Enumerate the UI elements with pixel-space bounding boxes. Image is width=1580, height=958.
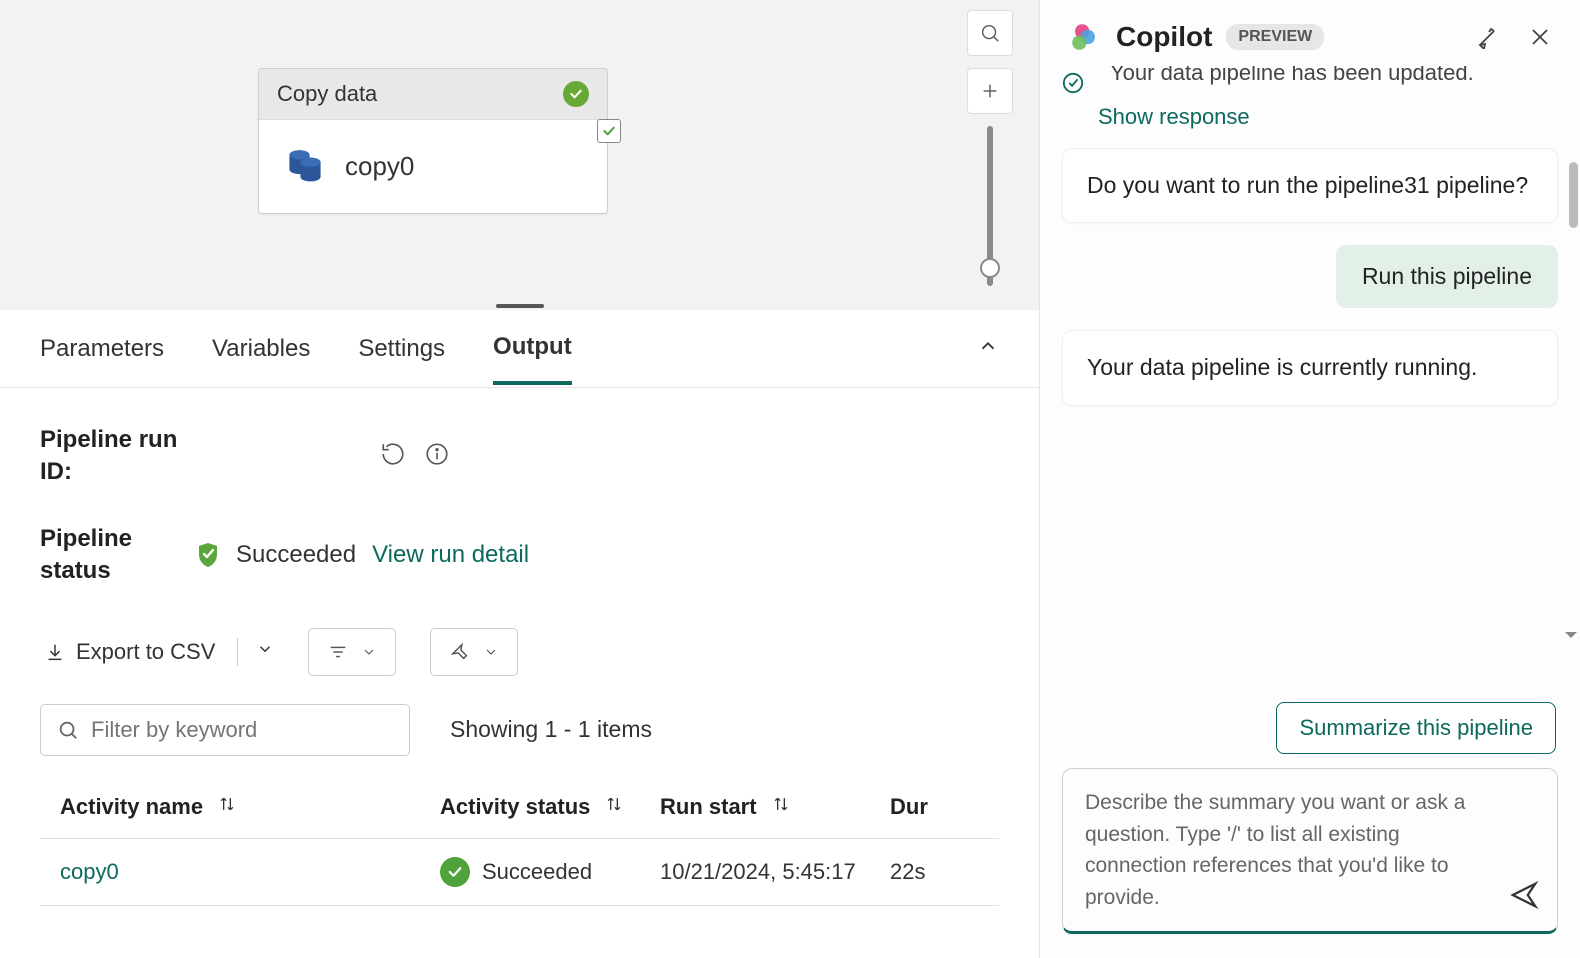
success-icon	[563, 81, 589, 107]
close-icon[interactable]	[1528, 25, 1552, 49]
copilot-logo-icon	[1068, 20, 1102, 54]
success-icon	[440, 857, 470, 887]
checkmark-badge-icon	[597, 119, 621, 143]
database-icon	[283, 142, 327, 191]
tab-output[interactable]: Output	[493, 313, 572, 385]
tab-parameters[interactable]: Parameters	[40, 315, 164, 383]
col-activity-status[interactable]: Activity status	[440, 794, 590, 820]
status-row: Pipeline status Succeeded View run detai…	[40, 523, 999, 588]
search-icon	[57, 719, 79, 741]
pipeline-canvas[interactable]: Copy data copy0	[0, 0, 1039, 310]
export-csv-label: Export to CSV	[76, 639, 215, 665]
copilot-input[interactable]: Describe the summary you want or ask a q…	[1062, 768, 1558, 934]
copilot-title: Copilot	[1116, 21, 1212, 53]
scrollbar-thumb[interactable]	[1569, 162, 1578, 228]
activity-card-copy-data[interactable]: Copy data copy0	[258, 68, 608, 214]
export-options-button[interactable]	[256, 640, 274, 663]
shield-check-icon	[196, 541, 220, 569]
zoom-in-button[interactable]	[967, 68, 1013, 114]
send-icon[interactable]	[1509, 880, 1539, 915]
activity-type-label: Copy data	[277, 81, 377, 107]
status-label: Pipeline status	[40, 523, 180, 588]
sort-icon[interactable]	[604, 794, 624, 820]
settings-tool-button[interactable]	[430, 628, 518, 676]
assistant-message: Do you want to run the pipeline31 pipeli…	[1062, 148, 1558, 223]
panel-resize-handle[interactable]	[496, 304, 544, 308]
truncated-message-text: Your data pipeline has been updated.	[1110, 66, 1474, 86]
output-toolbar: Export to CSV	[40, 628, 999, 676]
status-value: Succeeded	[236, 541, 356, 569]
check-circle-icon	[1062, 72, 1084, 94]
sort-icon[interactable]	[771, 794, 791, 820]
search-canvas-button[interactable]	[967, 10, 1013, 56]
filter-columns-button[interactable]	[308, 628, 396, 676]
showing-count: Showing 1 - 1 items	[450, 716, 652, 743]
preview-badge: PREVIEW	[1226, 24, 1324, 50]
info-icon[interactable]	[424, 441, 450, 472]
show-response-link[interactable]: Show response	[1098, 104, 1558, 130]
assistant-message: Your data pipeline is currently running.	[1062, 330, 1558, 405]
tab-variables[interactable]: Variables	[212, 315, 310, 383]
filter-row: Showing 1 - 1 items	[40, 704, 999, 756]
cell-activity-name[interactable]: copy0	[60, 859, 440, 885]
activity-runs-table: Activity name Activity status Run start …	[40, 776, 999, 906]
copilot-header: Copilot PREVIEW	[1040, 0, 1580, 66]
canvas-controls	[967, 10, 1013, 286]
divider	[237, 638, 238, 666]
cell-run-start: 10/21/2024, 5:45:17	[660, 859, 890, 885]
col-duration[interactable]: Dur	[890, 794, 928, 820]
col-run-start[interactable]: Run start	[660, 794, 757, 820]
activity-name-label: copy0	[345, 151, 414, 182]
run-id-row: Pipeline run ID:	[40, 424, 999, 489]
cell-duration: 22s	[890, 859, 960, 885]
suggestion-chip[interactable]: Summarize this pipeline	[1276, 702, 1556, 754]
refresh-icon[interactable]	[380, 441, 406, 472]
sort-icon[interactable]	[217, 794, 237, 820]
zoom-slider[interactable]	[987, 126, 993, 286]
copilot-messages: Your data pipeline has been updated. Sho…	[1040, 66, 1580, 702]
truncated-message-row: Your data pipeline has been updated.	[1062, 66, 1558, 96]
filter-keyword-input[interactable]	[91, 717, 393, 743]
copilot-pane: Copilot PREVIEW Your data pipeline has b…	[1040, 0, 1580, 958]
main-pane: Copy data copy0	[0, 0, 1040, 958]
collapse-panel-button[interactable]	[977, 335, 999, 362]
output-panel: Pipeline run ID: Pipeline status Succeed…	[0, 388, 1039, 958]
copilot-input-placeholder: Describe the summary you want or ask a q…	[1085, 787, 1497, 913]
export-csv-button[interactable]: Export to CSV	[40, 633, 219, 671]
activity-header: Copy data	[259, 69, 607, 120]
cell-status-text: Succeeded	[482, 859, 592, 885]
scroll-down-icon[interactable]	[1562, 626, 1580, 649]
activity-body: copy0	[259, 120, 607, 213]
run-id-label: Pipeline run ID:	[40, 424, 180, 489]
tab-settings[interactable]: Settings	[358, 315, 445, 383]
zoom-slider-thumb[interactable]	[980, 258, 1000, 278]
cell-activity-status: Succeeded	[440, 857, 660, 887]
user-message: Run this pipeline	[1336, 245, 1558, 308]
view-run-detail-link[interactable]: View run detail	[372, 541, 529, 569]
details-tabs: Parameters Variables Settings Output	[0, 310, 1039, 388]
table-row[interactable]: copy0 Succeeded 10/21/2024, 5:45:17 22s	[40, 839, 999, 906]
clear-chat-icon[interactable]	[1476, 25, 1500, 49]
filter-keyword-box[interactable]	[40, 704, 410, 756]
table-header: Activity name Activity status Run start …	[40, 776, 999, 839]
col-activity-name[interactable]: Activity name	[60, 794, 203, 820]
